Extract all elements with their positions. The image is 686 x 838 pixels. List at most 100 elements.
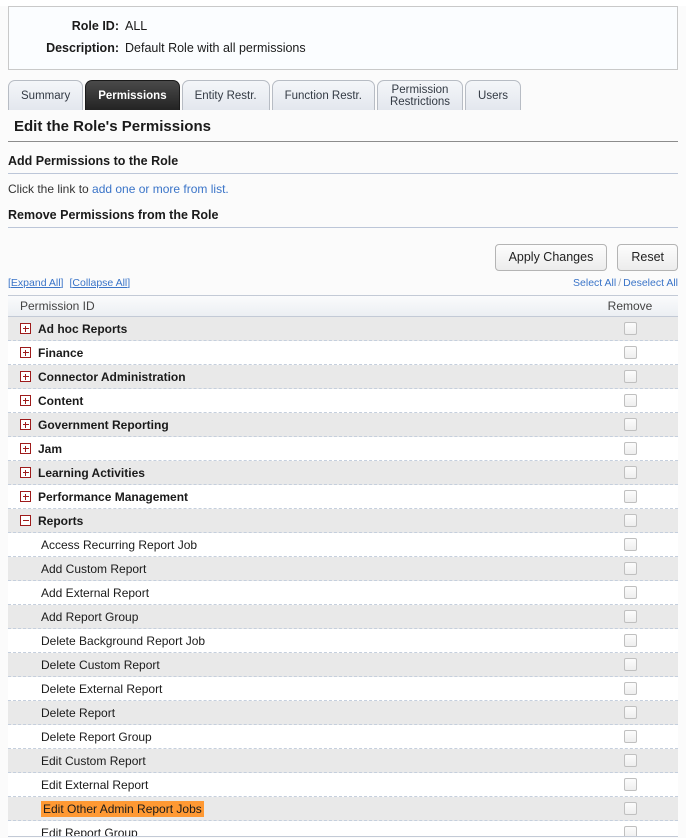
permission-label: Finance (38, 345, 84, 360)
permission-label: Delete Custom Report (41, 657, 160, 672)
permission-label: Edit Report Group (41, 825, 138, 837)
permission-label: Ad hoc Reports (38, 321, 128, 336)
remove-checkbox[interactable] (623, 610, 637, 623)
remove-checkbox[interactable] (623, 322, 637, 335)
remove-checkbox[interactable] (623, 418, 637, 431)
remove-checkbox[interactable] (623, 802, 637, 815)
table-row: Ad hoc Reports (8, 317, 678, 341)
collapse-minus-icon[interactable] (20, 515, 31, 526)
remove-checkbox[interactable] (623, 466, 637, 479)
apply-changes-button[interactable]: Apply Changes (494, 243, 608, 271)
remove-cell (588, 610, 678, 623)
remove-checkbox[interactable] (623, 682, 637, 695)
tab-function-restr[interactable]: Function Restr. (271, 80, 375, 110)
table-row: Content (8, 389, 678, 413)
remove-cell (588, 778, 678, 791)
permission-label: Government Reporting (38, 417, 169, 432)
tab-users[interactable]: Users (465, 80, 522, 110)
remove-checkbox[interactable] (623, 730, 637, 743)
permission-name-cell: Delete Background Report Job (8, 634, 588, 648)
permission-name-cell: Access Recurring Report Job (8, 538, 588, 552)
permission-name-cell: Performance Management (8, 490, 588, 504)
expand-plus-icon[interactable] (20, 395, 31, 406)
table-row: Delete Report (8, 701, 678, 725)
table-row: Connector Administration (8, 365, 678, 389)
expand-plus-icon[interactable] (20, 443, 31, 454)
tab-permissions[interactable]: Permissions (85, 80, 180, 110)
remove-checkbox[interactable] (623, 754, 637, 767)
description-label: Description: (46, 41, 119, 55)
collapse-bracket-close: ] (127, 277, 131, 289)
table-row: Delete External Report (8, 677, 678, 701)
table-row: Finance (8, 341, 678, 365)
description-row: Description: Default Role with all permi… (9, 37, 677, 59)
remove-cell (588, 514, 678, 527)
remove-checkbox[interactable] (623, 562, 637, 575)
table-row: Performance Management (8, 485, 678, 509)
remove-checkbox[interactable] (623, 538, 637, 551)
tab-label: Users (478, 89, 509, 102)
remove-checkbox[interactable] (623, 826, 637, 836)
table-row: Delete Background Report Job (8, 629, 678, 653)
permission-name-cell: Ad hoc Reports (8, 322, 588, 336)
remove-checkbox[interactable] (623, 778, 637, 791)
table-row: Jam (8, 437, 678, 461)
permission-name-cell: Edit Report Group (8, 826, 588, 837)
reset-button[interactable]: Reset (617, 243, 678, 271)
collapse-all-link[interactable]: Collapse All (72, 277, 127, 289)
permission-label: Edit Other Admin Report Jobs (41, 800, 204, 817)
table-row: Reports (8, 509, 678, 533)
tab-label: Permission Restrictions (389, 83, 451, 108)
remove-checkbox[interactable] (623, 346, 637, 359)
role-permissions-page: Role ID: ALL Description: Default Role w… (0, 6, 686, 838)
remove-cell (588, 826, 678, 836)
table-row: Edit External Report (8, 773, 678, 797)
page-title: Edit the Role's Permissions (8, 114, 678, 142)
permission-label: Reports (38, 513, 84, 528)
role-id-row: Role ID: ALL (9, 15, 677, 37)
permission-name-cell: Delete Report (8, 706, 588, 720)
permission-label: Content (38, 393, 84, 408)
expand-plus-icon[interactable] (20, 419, 31, 430)
tab-permission-restrictions[interactable]: Permission Restrictions (376, 80, 464, 110)
table-row: Add Custom Report (8, 557, 678, 581)
permissions-row-list: Ad hoc Reports Finance Connector Administr… (8, 317, 678, 836)
tab-summary[interactable]: Summary (8, 80, 84, 110)
permission-label: Jam (38, 441, 63, 456)
tab-bar: Summary Permissions Entity Restr. Function … (8, 78, 686, 110)
select-all-link[interactable]: Select All (573, 277, 616, 289)
permission-label: Connector Administration (38, 369, 186, 384)
utility-links-row: [Expand All] [Collapse All] Select All / De… (8, 276, 678, 290)
permission-name-cell: Edit Other Admin Report Jobs (8, 800, 588, 817)
table-row: Delete Report Group (8, 725, 678, 749)
permission-label: Access Recurring Report Job (41, 537, 198, 552)
remove-cell (588, 802, 678, 815)
expand-plus-icon[interactable] (20, 491, 31, 502)
column-header-permission-id: Permission ID (20, 299, 95, 313)
remove-checkbox[interactable] (623, 394, 637, 407)
permission-name-cell: Add External Report (8, 586, 588, 600)
expand-all-link[interactable]: Expand All (11, 277, 61, 289)
remove-checkbox[interactable] (623, 490, 637, 503)
permission-label: Edit Custom Report (41, 753, 146, 768)
expand-plus-icon[interactable] (20, 467, 31, 478)
remove-checkbox[interactable] (623, 634, 637, 647)
expand-plus-icon[interactable] (20, 371, 31, 382)
remove-checkbox[interactable] (623, 370, 637, 383)
tab-entity-restr[interactable]: Entity Restr. (181, 80, 270, 110)
remove-cell (588, 466, 678, 479)
tab-label: Entity Restr. (194, 89, 257, 102)
remove-checkbox[interactable] (623, 706, 637, 719)
add-from-list-link[interactable]: add one or more from list. (92, 182, 229, 196)
expand-plus-icon[interactable] (20, 347, 31, 358)
expand-plus-icon[interactable] (20, 323, 31, 334)
remove-checkbox[interactable] (623, 514, 637, 527)
remove-checkbox[interactable] (623, 442, 637, 455)
remove-checkbox[interactable] (623, 658, 637, 671)
remove-checkbox[interactable] (623, 586, 637, 599)
permission-name-cell: Jam (8, 442, 588, 456)
deselect-all-link[interactable]: Deselect All (623, 277, 678, 289)
permission-name-cell: Add Custom Report (8, 562, 588, 576)
tab-label: Summary (21, 89, 71, 102)
role-id-value: ALL (125, 19, 148, 33)
